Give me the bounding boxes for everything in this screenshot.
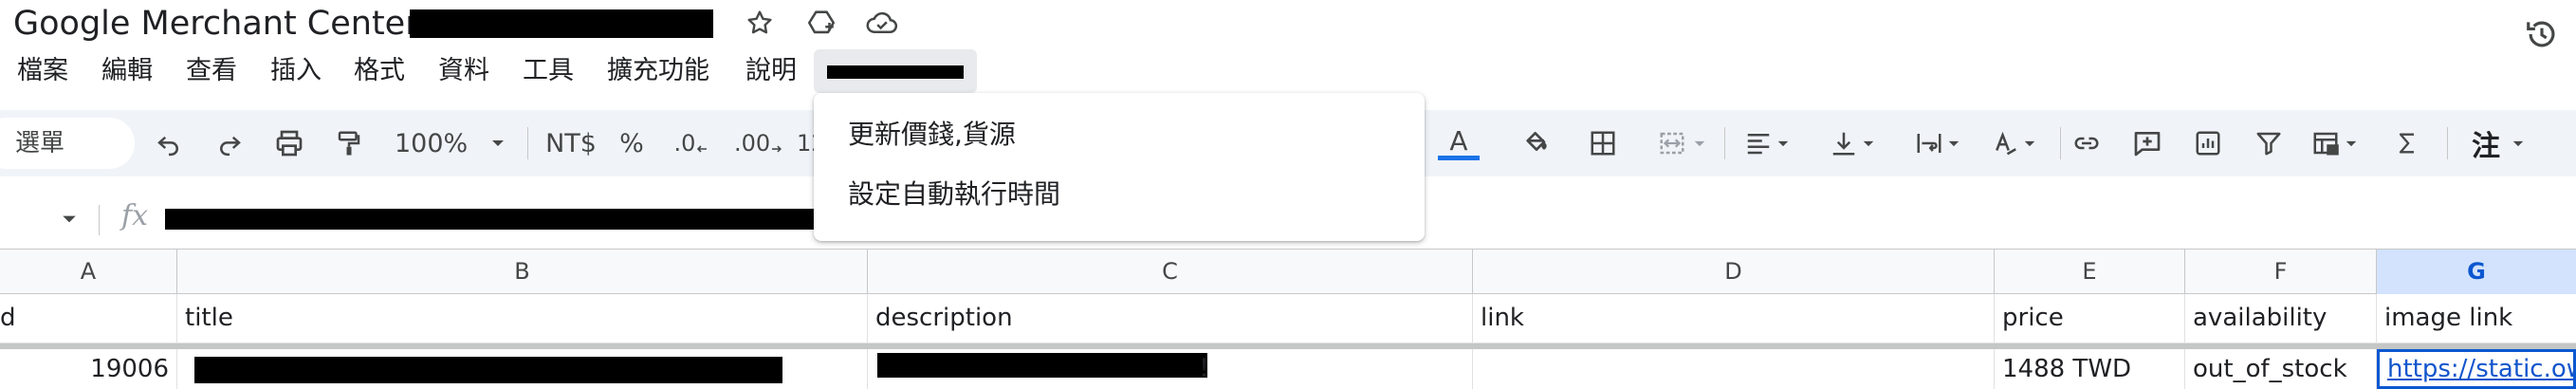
borders-icon[interactable]	[1582, 122, 1624, 164]
insert-comment-icon[interactable]	[2126, 122, 2168, 164]
addon-dropdown-menu: 更新價錢,貨源 設定自動執行時間	[814, 93, 1425, 241]
cell-g-image-link[interactable]: https://static.owl	[2377, 349, 2576, 389]
name-box-dropdown-icon[interactable]	[61, 211, 78, 229]
menu-custom-addon[interactable]	[814, 49, 977, 93]
cell-g-header[interactable]: image link	[2377, 294, 2576, 343]
text-rotation-icon[interactable]	[1984, 122, 2043, 164]
decrease-decimal-label: .0	[673, 130, 696, 157]
increase-decimal-button[interactable]: .00	[734, 122, 783, 164]
zoom-select[interactable]: 100%	[395, 122, 514, 164]
menu-file[interactable]: 檔案	[17, 49, 68, 93]
text-color-swatch	[1438, 155, 1480, 160]
undo-icon[interactable]	[150, 122, 188, 164]
cell-c-description[interactable]: ！	[868, 349, 1473, 389]
toolbar-separator	[527, 127, 528, 159]
text-wrap-icon[interactable]	[1908, 122, 1967, 164]
insert-link-icon[interactable]	[2066, 122, 2107, 164]
document-title-text: Google Merchant Center	[13, 5, 419, 43]
star-icon[interactable]	[741, 4, 779, 42]
menu-help[interactable]: 說明	[745, 49, 797, 93]
notes-label: 注	[2472, 130, 2500, 163]
table-row: 19006 ！ 1488 TWD out_of_stock https://st…	[0, 349, 2576, 389]
menu-view[interactable]: 查看	[186, 49, 237, 93]
cell-f-availability[interactable]: out_of_stock	[2185, 349, 2377, 389]
cell-b-header[interactable]: title	[177, 294, 868, 343]
menu-data[interactable]: 資料	[438, 49, 489, 93]
notes-input-tools-button[interactable]: 注	[2462, 122, 2534, 164]
table-views-icon[interactable]	[2305, 122, 2364, 164]
merge-cells-icon[interactable]	[1647, 122, 1717, 164]
text-color-button[interactable]: A	[1438, 122, 1480, 164]
cell-d-header[interactable]: link	[1473, 294, 1995, 343]
google-sheets-window: Google Merchant Center 檔案 編輯 查看 插入 格式 資料…	[0, 0, 2576, 389]
column-header-a[interactable]: A	[0, 250, 177, 294]
menu-extensions[interactable]: 擴充功能	[607, 49, 709, 93]
history-icon[interactable]	[2521, 13, 2563, 55]
document-title[interactable]: Google Merchant Center	[13, 2, 419, 46]
menu-search-box[interactable]: 選單	[0, 118, 135, 169]
filter-icon[interactable]	[2248, 122, 2290, 164]
column-header-g[interactable]: G	[2377, 250, 2576, 294]
column-header-d[interactable]: D	[1473, 250, 1995, 294]
menu-tools[interactable]: 工具	[523, 49, 574, 93]
cell-c-header[interactable]: description	[868, 294, 1473, 343]
cell-e-header[interactable]: price	[1995, 294, 2185, 343]
horizontal-align-icon[interactable]	[1738, 122, 1796, 164]
redacted-formula-content[interactable]	[165, 209, 814, 230]
fx-icon: fx	[121, 199, 149, 232]
cell-a-header[interactable]: d	[0, 294, 177, 343]
percent-format-button[interactable]: %	[615, 122, 649, 164]
menu-format[interactable]: 格式	[354, 49, 405, 93]
menu-bar: 檔案 編輯 查看 插入 格式 資料 工具 擴充功能 說明	[0, 49, 1043, 93]
menu-item-set-auto-run-time[interactable]: 設定自動執行時間	[814, 166, 1425, 223]
column-header-row: A B C D E F G	[0, 249, 2576, 294]
column-header-e[interactable]: E	[1995, 250, 2185, 294]
move-to-drive-icon[interactable]	[802, 4, 840, 42]
vertical-align-icon[interactable]	[1823, 122, 1882, 164]
toolbar-separator	[2447, 127, 2448, 159]
insert-chart-icon[interactable]	[2187, 122, 2229, 164]
cloud-status-icon[interactable]	[863, 4, 901, 42]
title-bar: Google Merchant Center	[0, 0, 2576, 47]
text-color-label: A	[1449, 124, 1468, 157]
cell-b-title[interactable]	[177, 349, 868, 389]
spreadsheet-grid: A B C D E F G d title description link p…	[0, 249, 2576, 389]
functions-icon[interactable]	[2386, 122, 2428, 164]
toolbar-separator	[2060, 127, 2061, 159]
zoom-value: 100%	[395, 128, 469, 158]
cell-e-price[interactable]: 1488 TWD	[1995, 349, 2185, 389]
decrease-decimal-button[interactable]: .0	[670, 122, 713, 164]
column-header-b[interactable]: B	[177, 250, 868, 294]
table-row-header: d title description link price availabil…	[0, 294, 2576, 343]
redo-icon[interactable]	[211, 122, 248, 164]
column-header-f[interactable]: F	[2185, 250, 2377, 294]
menu-edit[interactable]: 編輯	[101, 49, 153, 93]
cell-d-link[interactable]	[1473, 349, 1995, 389]
description-visible-suffix: ！	[1198, 355, 1224, 383]
currency-format-button[interactable]: NT$	[543, 122, 599, 164]
currency-label: NT$	[545, 128, 597, 158]
cell-f-header[interactable]: availability	[2185, 294, 2377, 343]
menu-item-update-price-stock[interactable]: 更新價錢,貨源	[814, 106, 1425, 163]
redacted-title-suffix	[410, 9, 713, 38]
cell-a-id[interactable]: 19006	[0, 349, 177, 389]
redacted-title-cell	[194, 357, 782, 383]
paint-format-icon[interactable]	[330, 122, 368, 164]
print-icon[interactable]	[270, 122, 308, 164]
menu-insert[interactable]: 插入	[270, 49, 322, 93]
menu-search-label: 選單	[15, 129, 65, 157]
redacted-description-cell	[877, 353, 1207, 378]
toolbar-separator	[1724, 127, 1725, 159]
percent-label: %	[619, 128, 644, 158]
formula-separator	[99, 205, 100, 235]
redacted-addon-menu-label	[827, 65, 964, 79]
fill-color-icon[interactable]	[1516, 122, 1557, 164]
column-header-c[interactable]: C	[868, 250, 1473, 294]
increase-decimal-label: .00	[734, 130, 771, 157]
